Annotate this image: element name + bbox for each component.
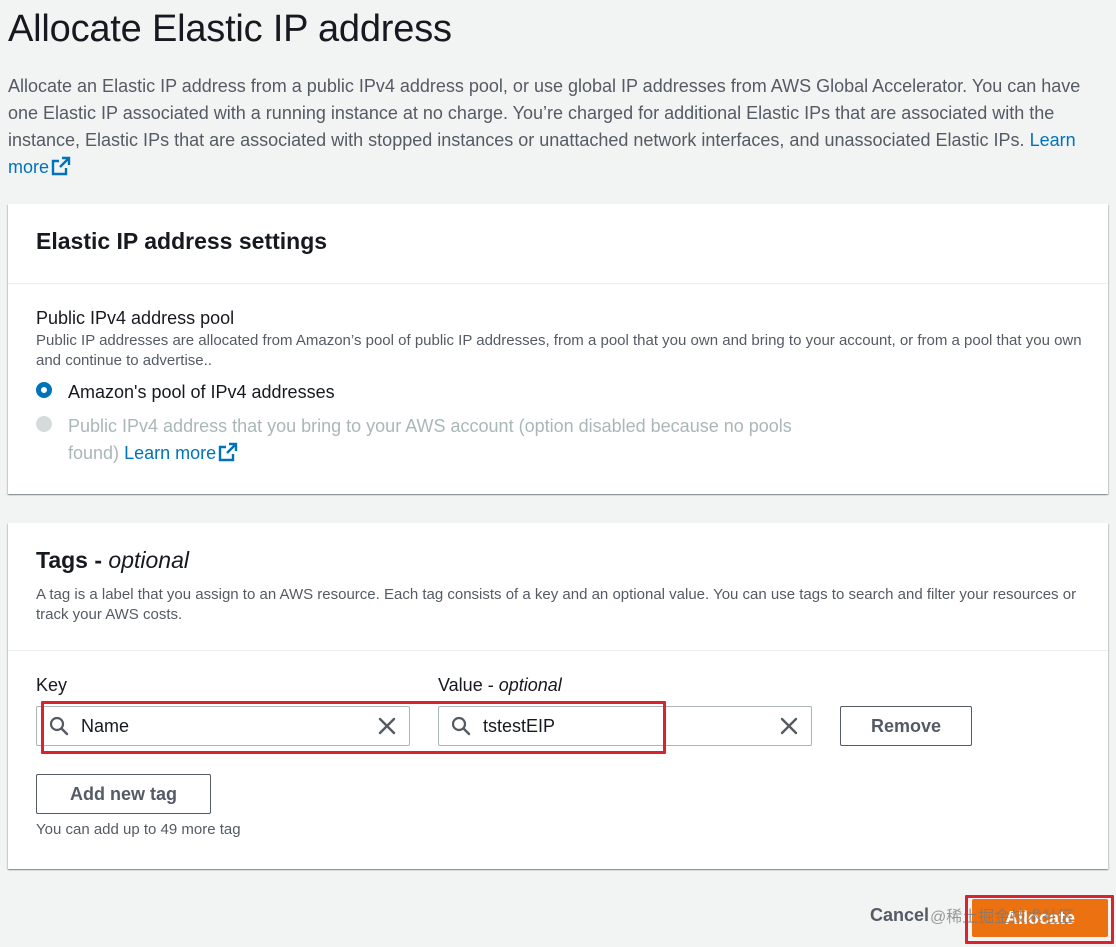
radio-button-amazon-pool[interactable] bbox=[36, 382, 52, 398]
remove-tag-button[interactable]: Remove bbox=[840, 706, 972, 746]
page-description: Allocate an Elastic IP address from a pu… bbox=[8, 73, 1098, 181]
tag-key-label: Key bbox=[36, 675, 68, 695]
radio-label-byoip: Public IPv4 address that you bring to yo… bbox=[68, 416, 792, 463]
radio-option-byoip: Public IPv4 address that you bring to yo… bbox=[36, 413, 828, 467]
settings-panel-header: Elastic IP address settings bbox=[8, 204, 1108, 284]
add-new-tag-button[interactable]: Add new tag bbox=[36, 774, 211, 814]
tags-panel: Tags - optional A tag is a label that yo… bbox=[8, 523, 1108, 869]
elastic-ip-settings-panel: Elastic IP address settings Public IPv4 … bbox=[8, 204, 1108, 494]
search-icon bbox=[49, 716, 69, 736]
tags-panel-header: Tags - optional A tag is a label that yo… bbox=[8, 523, 1108, 651]
search-icon bbox=[451, 716, 471, 736]
settings-panel-title: Elastic IP address settings bbox=[36, 228, 328, 254]
tag-key-value: Name bbox=[81, 715, 130, 736]
clear-value-icon[interactable] bbox=[779, 716, 799, 736]
watermark: @稀土掘金技术社区 bbox=[930, 909, 1075, 926]
tag-limit-hint: You can add up to 49 more tag bbox=[36, 821, 241, 838]
external-link-icon bbox=[51, 156, 71, 176]
tag-key-input[interactable]: Name bbox=[36, 706, 410, 746]
radio-option-amazon-pool[interactable]: Amazon's pool of IPv4 addresses bbox=[36, 379, 335, 406]
tags-description: A tag is a label that you assign to an A… bbox=[36, 586, 1077, 623]
page-title: Allocate Elastic IP address bbox=[8, 8, 452, 50]
tag-value-label: Value - optional bbox=[438, 675, 562, 695]
radio-label-amazon-pool: Amazon's pool of IPv4 addresses bbox=[68, 382, 335, 402]
external-link-icon bbox=[218, 442, 238, 462]
byoip-learn-more-link[interactable]: Learn more bbox=[124, 442, 238, 463]
pool-label: Public IPv4 address pool bbox=[36, 308, 235, 328]
pool-description: Public IP addresses are allocated from A… bbox=[36, 332, 1082, 369]
tags-panel-title: Tags - optional bbox=[36, 547, 189, 573]
tag-value-input[interactable]: tstestEIP bbox=[438, 706, 812, 746]
page-description-text: Allocate an Elastic IP address from a pu… bbox=[8, 76, 1081, 150]
cancel-button[interactable]: Cancel bbox=[870, 905, 929, 926]
clear-key-icon[interactable] bbox=[377, 716, 397, 736]
radio-button-byoip bbox=[36, 416, 52, 432]
tag-value-value: tstestEIP bbox=[483, 715, 556, 736]
